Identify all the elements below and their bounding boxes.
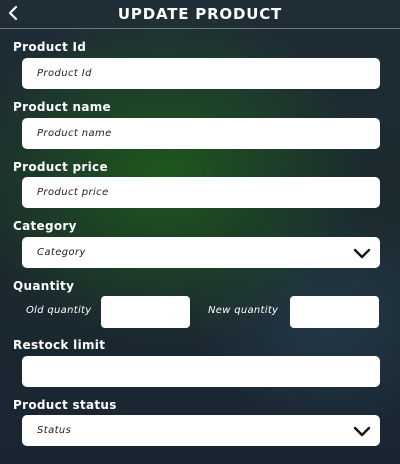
product-name-label: Product name <box>13 100 112 114</box>
restock-limit-input[interactable] <box>22 356 380 387</box>
product-status-select[interactable]: Status <box>22 415 380 446</box>
category-select[interactable]: Category <box>22 237 380 268</box>
old-quantity-input[interactable] <box>101 296 190 328</box>
quantity-label: Quantity <box>13 279 75 293</box>
product-name-placeholder: Product name <box>37 128 112 139</box>
chevron-down-icon <box>353 248 371 259</box>
product-price-input[interactable]: Product price <box>22 177 380 208</box>
header-bar: UPDATE PRODUCT <box>0 0 400 29</box>
category-label: Category <box>13 219 77 233</box>
product-status-label: Product status <box>13 398 117 412</box>
chevron-left-icon <box>8 5 18 21</box>
product-status-selected-value: Status <box>37 425 72 436</box>
new-quantity-label: New quantity <box>208 305 279 316</box>
new-quantity-input[interactable] <box>290 296 379 328</box>
product-id-placeholder: Product Id <box>37 68 92 79</box>
product-name-input[interactable]: Product name <box>22 118 380 149</box>
product-price-placeholder: Product price <box>37 187 109 198</box>
page-title: UPDATE PRODUCT <box>117 5 283 23</box>
product-id-label: Product Id <box>13 40 87 54</box>
back-button[interactable] <box>4 3 24 23</box>
product-id-input[interactable]: Product Id <box>22 58 380 89</box>
restock-limit-label: Restock limit <box>13 338 106 352</box>
category-selected-value: Category <box>37 247 86 258</box>
product-price-label: Product price <box>13 160 108 174</box>
chevron-down-icon <box>353 426 371 437</box>
old-quantity-label: Old quantity <box>26 305 92 316</box>
